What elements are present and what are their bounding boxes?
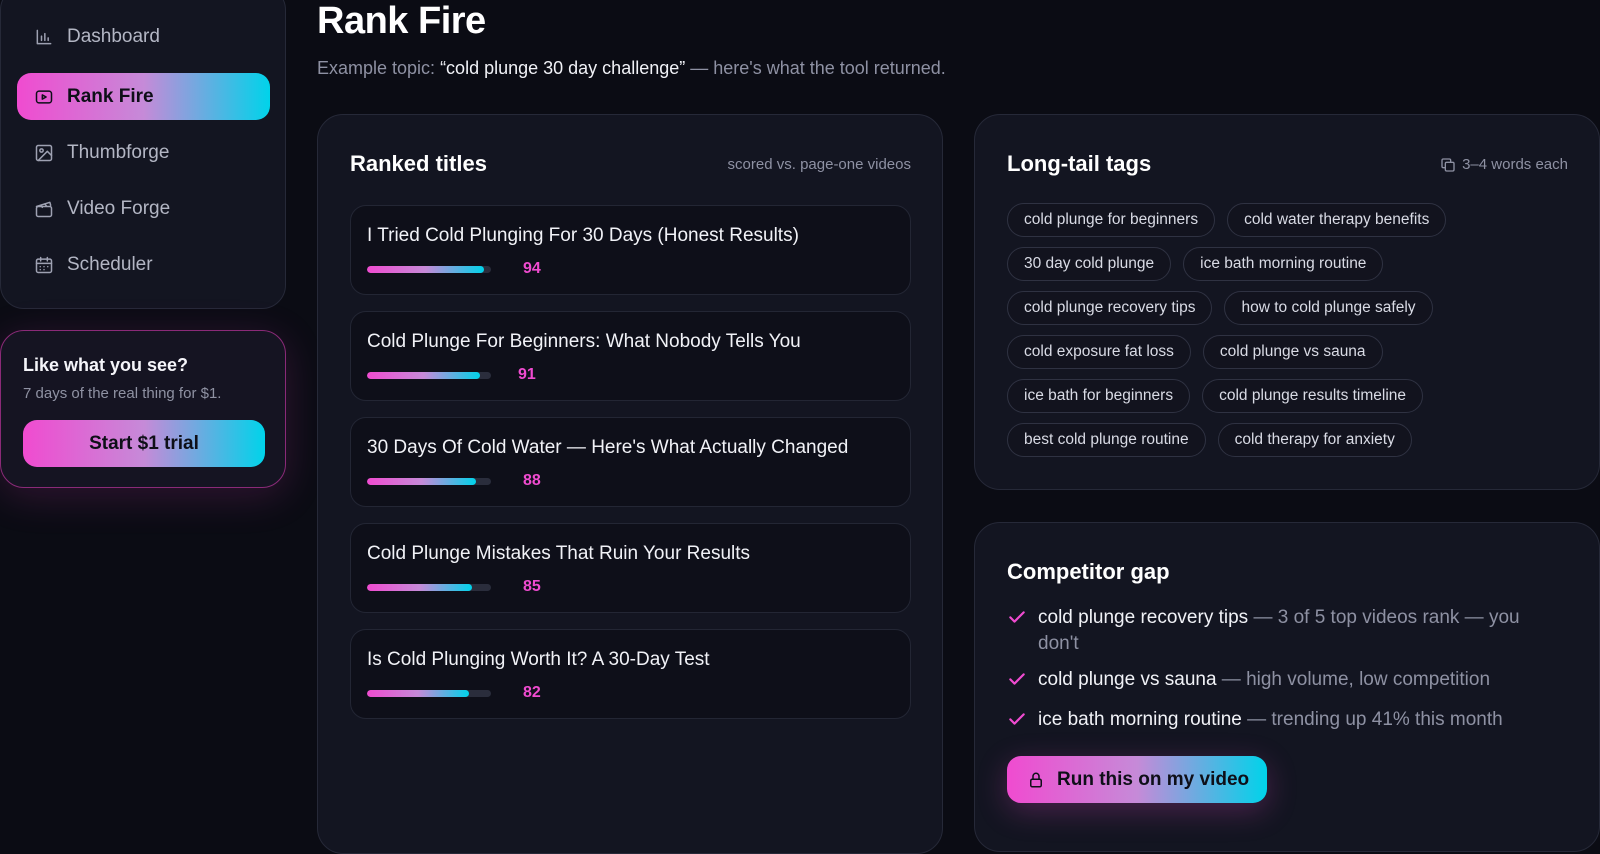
example-topic: “cold plunge 30 day challenge” [440,58,686,78]
gap-item: ice bath morning routine — trending up 4… [1007,707,1547,737]
tag-chip[interactable]: cold therapy for anxiety [1217,423,1412,457]
tag-row: cold plunge recovery tips how to cold pl… [1007,291,1577,325]
check-icon [1007,707,1038,737]
tag-chip[interactable]: cold exposure fat loss [1007,335,1191,369]
score-bar [367,372,491,379]
promo-title: Like what you see? [23,355,189,375]
score-bar [367,266,491,273]
score-bar [367,690,491,697]
gap-note: — trending up 41% this month [1241,709,1503,730]
gap-keyword: ice bath morning routine [1038,709,1242,730]
score-value: 82 [523,684,541,701]
tag-row: cold exposure fat loss cold plunge vs sa… [1007,335,1577,369]
calendar-icon [33,254,55,276]
subtitle-prefix: Example topic: [317,58,441,78]
tag-chip[interactable]: cold water therapy benefits [1227,203,1447,237]
title-text: Cold Plunge For Beginners: What Nobody T… [367,331,801,352]
title-row[interactable]: Is Cold Plunging Worth It? A 30-Day Test… [350,629,911,719]
title-text: Is Cold Plunging Worth It? A 30-Day Test [367,649,710,670]
bar-chart-icon [33,26,55,48]
tag-chip[interactable]: cold plunge recovery tips [1007,291,1213,325]
copy-icon[interactable] [1440,157,1456,173]
sidebar-item-scheduler[interactable]: Scheduler [17,241,270,288]
score-bar [367,478,491,485]
tag-row: 30 day cold plunge ice bath morning rout… [1007,247,1577,281]
page-subtitle: Example topic: “cold plunge 30 day chall… [317,58,946,79]
title-text: I Tried Cold Plunging For 30 Days (Hones… [367,225,799,246]
score-bar-fill [367,372,480,379]
sidebar-item-label: Rank Fire [67,85,154,107]
title-row[interactable]: 30 Days Of Cold Water — Here's What Actu… [350,417,911,507]
gap-keyword: cold plunge recovery tips [1038,607,1249,628]
title-row[interactable]: I Tried Cold Plunging For 30 Days (Hones… [350,205,911,295]
score-bar-fill [367,690,469,697]
competitor-gap-panel: Competitor gap cold plunge recovery tips… [974,522,1600,852]
score-value: 88 [523,472,541,489]
run-button-label: Run this on my video [1057,768,1250,790]
ranked-titles-meta: scored vs. page-one videos [727,156,911,173]
start-trial-button[interactable]: Start $1 trial [23,420,265,467]
sidebar-item-video-forge[interactable]: Video Forge [17,185,270,232]
title-text: 30 Days Of Cold Water — Here's What Actu… [367,437,849,458]
long-tail-meta: 3–4 words each [1440,156,1568,173]
check-icon [1007,605,1038,657]
check-icon [1007,667,1038,697]
sidebar-item-dashboard[interactable]: Dashboard [17,13,270,60]
sidebar-item-label: Scheduler [67,253,153,275]
trial-promo-card: Like what you see? 7 days of the real th… [0,330,286,488]
long-tail-tags-panel: Long-tail tags 3–4 words each cold plung… [974,114,1600,490]
gap-list: cold plunge recovery tips — 3 of 5 top v… [1007,605,1547,747]
tag-chip[interactable]: cold plunge for beginners [1007,203,1216,237]
page-title: Rank Fire [317,0,486,42]
sidebar-item-label: Dashboard [67,25,160,47]
title-row[interactable]: Cold Plunge For Beginners: What Nobody T… [350,311,911,401]
title-text: Cold Plunge Mistakes That Ruin Your Resu… [367,543,751,564]
competitor-gap-heading: Competitor gap [1007,559,1170,584]
score-value: 94 [523,260,541,277]
score-bar-fill [367,478,477,485]
tag-chip[interactable]: best cold plunge routine [1007,423,1206,457]
gap-keyword: cold plunge vs sauna [1038,669,1217,690]
tag-chip[interactable]: 30 day cold plunge [1007,247,1172,281]
score-value: 91 [518,366,536,383]
play-icon [33,86,55,108]
subtitle-suffix: — here's what the tool returned. [685,58,946,78]
tag-chip[interactable]: cold plunge results timeline [1202,379,1424,413]
sidebar-item-rank-fire[interactable]: Rank Fire [17,73,270,120]
score-value: 85 [523,578,541,595]
tag-row: best cold plunge routine cold therapy fo… [1007,423,1577,457]
tag-chip[interactable]: ice bath morning routine [1183,247,1384,281]
title-row[interactable]: Cold Plunge Mistakes That Ruin Your Resu… [350,523,911,613]
long-tail-meta-text: 3–4 words each [1462,156,1568,173]
run-on-my-video-button[interactable]: Run this on my video [1007,756,1267,803]
gap-item: cold plunge vs sauna — high volume, low … [1007,667,1547,697]
gap-item: cold plunge recovery tips — 3 of 5 top v… [1007,605,1547,657]
sidebar-item-thumbforge[interactable]: Thumbforge [17,129,270,176]
tag-row: ice bath for beginners cold plunge resul… [1007,379,1577,413]
ranked-titles-panel: Ranked titles scored vs. page-one videos… [317,114,943,854]
ranked-titles-heading: Ranked titles [350,151,487,176]
image-icon [33,142,55,164]
score-bar [367,584,491,591]
tag-chip[interactable]: ice bath for beginners [1007,379,1191,413]
tag-list: cold plunge for beginners cold water the… [1007,203,1577,467]
clapperboard-icon [33,198,55,220]
long-tail-heading: Long-tail tags [1007,151,1152,176]
gap-note: — high volume, low competition [1216,669,1491,690]
lock-icon [1027,771,1057,789]
sidebar-nav: Dashboard Rank Fire Thumbforge Video For… [0,0,286,309]
sidebar-item-label: Thumbforge [67,141,170,163]
tag-chip[interactable]: cold plunge vs sauna [1202,335,1383,369]
tag-row: cold plunge for beginners cold water the… [1007,203,1577,237]
promo-subtitle: 7 days of the real thing for $1. [23,385,222,402]
sidebar-item-label: Video Forge [67,197,171,219]
score-bar-fill [367,266,484,273]
score-bar-fill [367,584,473,591]
tag-chip[interactable]: how to cold plunge safely [1224,291,1433,325]
